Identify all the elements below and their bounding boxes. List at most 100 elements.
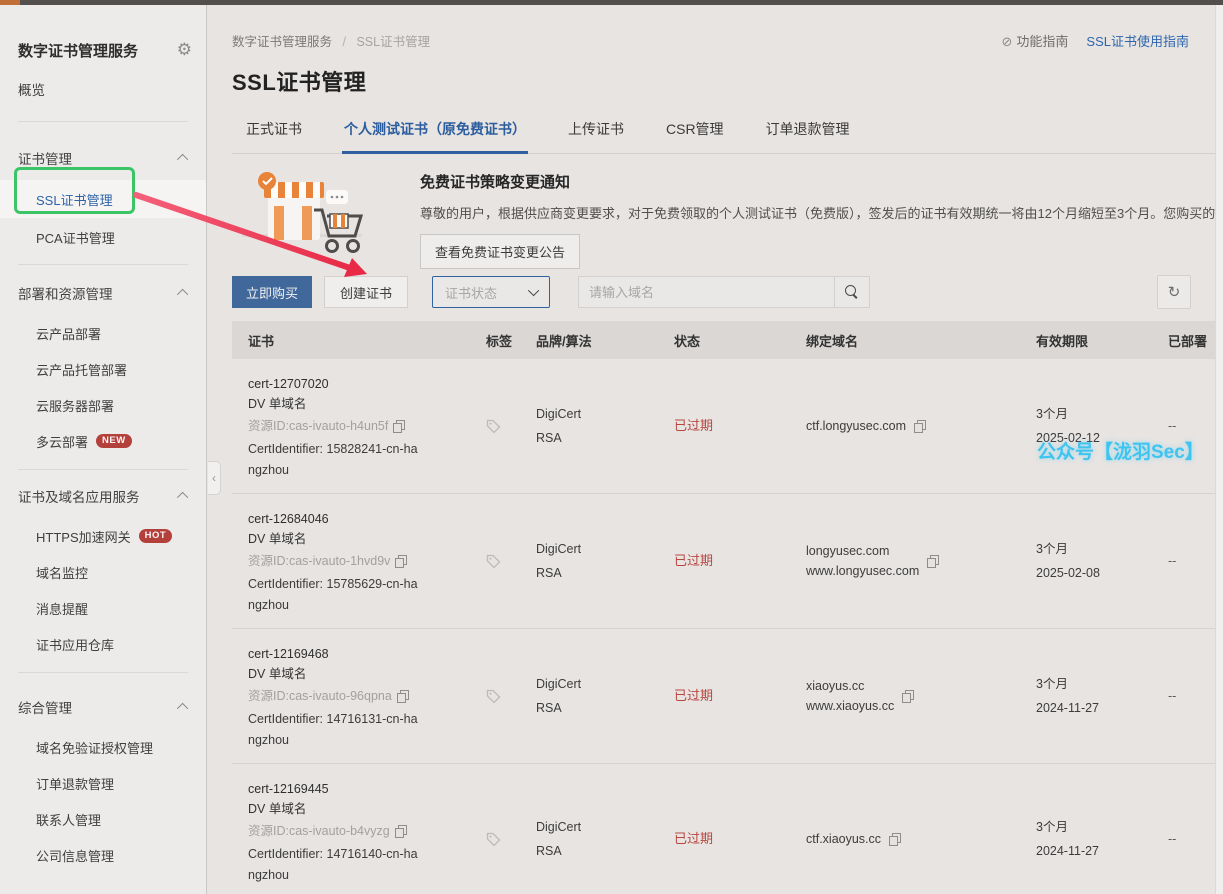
sidebar-item-ssl-cert-mgmt[interactable]: SSL证书管理	[0, 180, 206, 218]
cert-table: 证书 标签 品牌/算法 状态 绑定域名 有效期限 已部署 cert-127070…	[232, 321, 1223, 894]
cert-type: DV 单域名	[248, 799, 470, 819]
copy-icon[interactable]	[902, 690, 913, 702]
tab-upload-certs[interactable]: 上传证书	[566, 119, 626, 153]
sidebar-item-domain-monitor[interactable]: 域名监控	[0, 554, 206, 590]
watermark: 公众号【泷羽Sec】	[1037, 437, 1204, 464]
chevron-down-icon	[528, 285, 539, 296]
col-status: 状态	[650, 331, 790, 350]
table-row[interactable]: cert-12684046 DV 单域名 资源ID:cas-ivauto-1hv…	[232, 494, 1223, 629]
tab-formal-certs[interactable]: 正式证书	[244, 119, 304, 153]
sidebar-divider	[18, 264, 188, 265]
copy-icon[interactable]	[889, 833, 900, 845]
sidebar-divider	[18, 469, 188, 470]
breadcrumb-root[interactable]: 数字证书管理服务	[232, 35, 332, 49]
sidebar-collapse-handle[interactable]: ‹	[208, 461, 221, 495]
copy-icon[interactable]	[397, 690, 408, 702]
refresh-button[interactable]: ↻	[1157, 275, 1191, 309]
sidebar-item-contact-mgmt[interactable]: 联系人管理	[0, 801, 206, 837]
tab-bar: 正式证书 个人测试证书（原免费证书） 上传证书 CSR管理 订单退款管理	[232, 119, 1223, 154]
sidebar-item-cloud-product-deploy[interactable]: 云产品部署	[0, 315, 206, 351]
cert-brand: DigiCert	[536, 672, 650, 696]
cert-type: DV 单域名	[248, 529, 470, 549]
vertical-scrollbar[interactable]	[1215, 5, 1223, 894]
sidebar-item-label: 云产品托管部署	[36, 360, 127, 379]
table-row[interactable]: cert-12169468 DV 单域名 资源ID:cas-ivauto-96q…	[232, 629, 1223, 764]
sidebar-item-message-reminder[interactable]: 消息提醒	[0, 590, 206, 626]
resource-id: 资源ID:cas-ivauto-96qpna	[248, 686, 392, 706]
hot-badge: HOT	[139, 529, 173, 543]
sidebar-section-general-mgmt[interactable]: 综合管理	[0, 685, 206, 729]
buy-now-button[interactable]: 立即购买	[232, 276, 312, 308]
tag-icon[interactable]	[486, 419, 501, 434]
sidebar-item-https-gateway[interactable]: HTTPS加速网关 HOT	[0, 518, 206, 554]
sidebar-item-domain-auth-mgmt[interactable]: 域名免验证授权管理	[0, 729, 206, 765]
sidebar-item-multicloud-deploy[interactable]: 多云部署 NEW	[0, 423, 206, 459]
cert-id[interactable]: cert-12169468	[248, 644, 470, 664]
section-label: 证书及域名应用服务	[18, 486, 140, 506]
cert-identifier: CertIdentifier: 14716131-cn-hangzhou	[248, 709, 424, 751]
sidebar-section-cert-mgmt[interactable]: 证书管理	[0, 136, 206, 180]
chevron-up-icon	[177, 492, 188, 503]
breadcrumb-separator: /	[343, 35, 346, 49]
sidebar-item-cloud-hosted-deploy[interactable]: 云产品托管部署	[0, 351, 206, 387]
domain-search-input[interactable]	[578, 276, 834, 308]
sidebar-item-label: 域名监控	[36, 563, 88, 582]
cert-identifier: CertIdentifier: 15785629-cn-hangzhou	[248, 574, 424, 616]
feature-guide-link[interactable]: ⊘功能指南	[1002, 31, 1069, 50]
col-brand: 品牌/算法	[520, 331, 650, 350]
sidebar-item-label: 云产品部署	[36, 324, 101, 343]
cert-identifier: CertIdentifier: 14716140-cn-hangzhou	[248, 844, 424, 886]
copy-icon[interactable]	[395, 555, 406, 567]
tag-icon[interactable]	[486, 832, 501, 847]
search-button[interactable]	[834, 276, 870, 308]
sidebar-item-pca-cert-mgmt[interactable]: PCA证书管理	[0, 218, 206, 256]
sidebar-title: 数字证书管理服务	[18, 40, 138, 61]
sidebar-item-cert-app-repo[interactable]: 证书应用仓库	[0, 626, 206, 662]
cert-id[interactable]: cert-12684046	[248, 509, 470, 529]
sidebar-item-company-info-mgmt[interactable]: 公司信息管理	[0, 837, 206, 873]
view-notice-button[interactable]: 查看免费证书变更公告	[420, 234, 580, 269]
breadcrumb-current: SSL证书管理	[356, 35, 430, 49]
create-cert-button[interactable]: 创建证书	[324, 276, 408, 308]
section-label: 综合管理	[18, 697, 72, 717]
cert-status-placeholder: 证书状态	[445, 283, 497, 302]
sidebar-item-overview[interactable]: 概览	[0, 69, 206, 109]
sidebar-section-cert-domain-services[interactable]: 证书及域名应用服务	[0, 474, 206, 518]
tab-personal-test-certs[interactable]: 个人测试证书（原免费证书）	[342, 119, 528, 154]
cert-id[interactable]: cert-12707020	[248, 374, 470, 394]
table-row[interactable]: cert-12169445 DV 单域名 资源ID:cas-ivauto-b4v…	[232, 764, 1223, 894]
col-domain: 绑定域名	[790, 331, 1020, 350]
sidebar-item-label: 联系人管理	[36, 810, 101, 829]
status-badge: 已过期	[674, 414, 790, 438]
tag-icon[interactable]	[486, 554, 501, 569]
copy-icon[interactable]	[395, 825, 406, 837]
copy-icon[interactable]	[393, 420, 404, 432]
tag-icon[interactable]	[486, 689, 501, 704]
sidebar-section-deploy[interactable]: 部署和资源管理	[0, 271, 206, 315]
cert-brand: DigiCert	[536, 402, 650, 426]
col-validity: 有效期限	[1020, 331, 1166, 350]
sidebar-divider	[18, 672, 188, 673]
sidebar-item-label: SSL证书管理	[36, 190, 113, 209]
tab-order-refund-mgmt[interactable]: 订单退款管理	[764, 119, 852, 153]
notice-banner: 免费证书策略变更通知 尊敬的用户，根据供应商变更要求，对于免费领取的个人测试证书…	[232, 166, 1223, 269]
cert-status-select[interactable]: 证书状态	[432, 276, 550, 308]
sidebar-item-label: 证书应用仓库	[36, 635, 114, 654]
expire-date: 2025-02-08	[1036, 561, 1166, 585]
ssl-usage-guide-link[interactable]: SSL证书使用指南	[1086, 31, 1189, 50]
table-row[interactable]: cert-12707020 DV 单域名 资源ID:cas-ivauto-h4u…	[232, 359, 1223, 494]
sidebar-item-order-refund-mgmt[interactable]: 订单退款管理	[0, 765, 206, 801]
bound-domain: ctf.longyusec.com	[806, 416, 906, 436]
sidebar-item-label: PCA证书管理	[36, 228, 115, 247]
cert-id[interactable]: cert-12169445	[248, 779, 470, 799]
gear-icon[interactable]: ⚙	[177, 40, 192, 60]
sidebar-item-cloud-server-deploy[interactable]: 云服务器部署	[0, 387, 206, 423]
copy-icon[interactable]	[927, 555, 938, 567]
sidebar-item-label: 订单退款管理	[36, 774, 114, 793]
toolbar: 立即购买 创建证书 证书状态 ↻	[232, 275, 1223, 309]
tab-csr-mgmt[interactable]: CSR管理	[664, 119, 726, 153]
copy-icon[interactable]	[914, 420, 925, 432]
cert-type: DV 单域名	[248, 664, 470, 684]
refresh-icon: ↻	[1168, 283, 1181, 301]
chevron-up-icon	[177, 289, 188, 300]
